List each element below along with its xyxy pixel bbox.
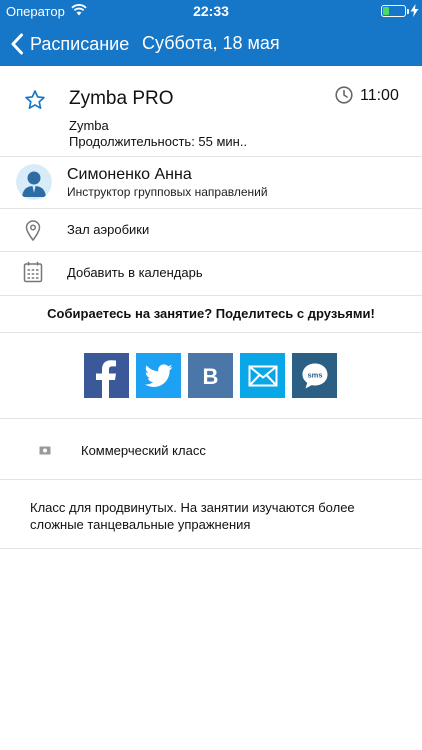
app-header: Оператор 22:33 Расписание Суббота, 18 ма… <box>0 0 422 66</box>
star-icon[interactable] <box>24 89 46 111</box>
svg-text:В: В <box>203 364 219 389</box>
facebook-share-button[interactable] <box>84 353 129 398</box>
divider <box>0 251 422 252</box>
class-description: Класс для продвинутых. На занятии изучаю… <box>30 500 355 532</box>
status-time: 22:33 <box>193 3 229 19</box>
back-label: Расписание <box>30 33 130 54</box>
divider <box>0 479 422 480</box>
calendar-icon <box>23 261 43 283</box>
twitter-icon <box>144 363 172 387</box>
class-title: Zymba PRO <box>69 88 174 109</box>
page-title: Суббота, 18 мая <box>142 33 280 53</box>
divider <box>0 548 422 549</box>
nav-bar: Расписание Суббота, 18 мая <box>0 22 422 66</box>
vk-icon: В <box>203 364 219 389</box>
instructor-name: Симоненко Анна <box>67 166 192 183</box>
facebook-icon <box>96 360 116 398</box>
divider <box>0 208 422 209</box>
add-to-calendar-button[interactable]: Добавить в календарь <box>67 265 203 280</box>
status-bar: Оператор 22:33 <box>0 0 422 22</box>
divider <box>0 332 422 333</box>
money-icon <box>39 446 51 455</box>
twitter-share-button[interactable] <box>136 353 181 398</box>
sms-share-button[interactable]: sms <box>292 353 337 398</box>
class-brand: Zymba <box>69 118 109 133</box>
instructor-role: Инструктор групповых направлений <box>67 185 268 199</box>
battery-icon <box>381 5 409 17</box>
sms-icon: sms <box>302 363 327 388</box>
divider <box>0 418 422 419</box>
divider <box>0 295 422 296</box>
vk-share-button[interactable]: В <box>188 353 233 398</box>
location-pin-icon <box>25 220 41 241</box>
commercial-class-label: Коммерческий класс <box>81 443 206 458</box>
divider <box>0 156 422 157</box>
back-button[interactable]: Расписание <box>10 32 129 56</box>
share-prompt: Собираетесь на занятие? Поделитесь с дру… <box>47 306 375 321</box>
class-time: 11:00 <box>360 87 399 104</box>
clock-icon <box>335 86 353 104</box>
avatar <box>16 164 52 200</box>
location-label[interactable]: Зал аэробики <box>67 222 149 237</box>
charging-icon <box>410 4 419 17</box>
class-duration: Продолжительность: 55 мин.. <box>69 134 248 149</box>
chevron-left-icon <box>11 33 23 55</box>
envelope-icon <box>248 365 277 386</box>
svg-text:sms: sms <box>307 370 322 379</box>
email-share-button[interactable] <box>240 353 285 398</box>
